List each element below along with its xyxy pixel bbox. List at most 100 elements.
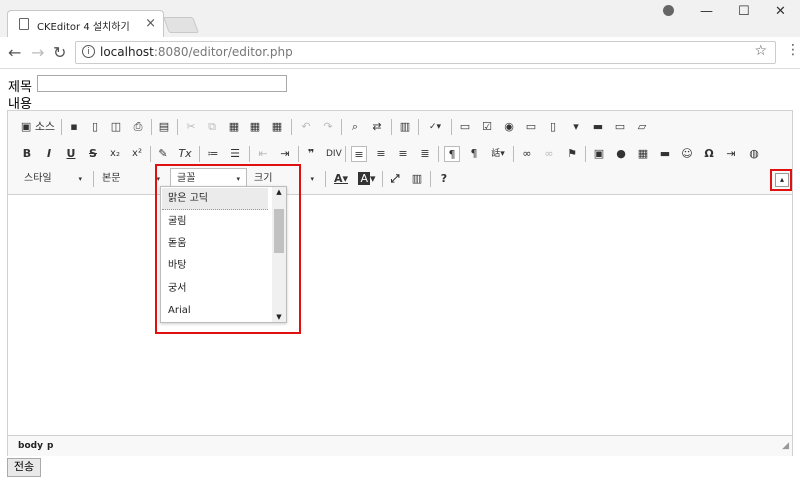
find-icon[interactable]: ⌕: [348, 119, 362, 135]
button-icon[interactable]: ▬: [591, 119, 605, 135]
reload-button[interactable]: ↻: [53, 43, 66, 62]
replace-icon[interactable]: ⇄: [370, 119, 384, 135]
bulleted-list-icon[interactable]: ☰: [228, 146, 242, 162]
strike-button[interactable]: S: [86, 146, 100, 162]
align-center-icon[interactable]: ≡: [374, 146, 388, 162]
new-tab-button[interactable]: [163, 17, 199, 33]
templates-icon[interactable]: ▤: [157, 119, 171, 135]
title-input[interactable]: [37, 75, 287, 92]
indent-icon[interactable]: ⇥: [278, 146, 292, 162]
help-button[interactable]: ?: [437, 171, 451, 187]
align-right-icon[interactable]: ≡: [396, 146, 410, 162]
separator: [199, 146, 200, 162]
maximize-button[interactable]: ☐: [738, 4, 750, 19]
page-break-icon[interactable]: ⇥: [724, 146, 738, 162]
copy-icon[interactable]: ⧉: [205, 119, 219, 135]
italic-button[interactable]: I: [42, 146, 56, 162]
select-all-icon[interactable]: ▥: [398, 119, 412, 135]
path-p[interactable]: p: [47, 441, 53, 451]
info-icon[interactable]: i: [82, 45, 95, 58]
blockquote-button[interactable]: ❞: [304, 146, 318, 162]
path-body[interactable]: body: [18, 441, 43, 451]
submit-button[interactable]: 전송: [7, 458, 41, 477]
copy-format-icon[interactable]: ✎: [156, 146, 170, 162]
back-button[interactable]: ←: [8, 43, 21, 62]
unlink-icon[interactable]: ∞: [542, 146, 556, 162]
subscript-button[interactable]: x₂: [108, 146, 122, 162]
separator: [61, 119, 62, 135]
separator: [451, 119, 452, 135]
separator: [430, 171, 431, 187]
superscript-button[interactable]: x²: [130, 146, 144, 162]
separator: [391, 119, 392, 135]
maximize-icon[interactable]: ⤢: [388, 171, 402, 187]
radio-icon[interactable]: ◉: [502, 119, 516, 135]
textarea-icon[interactable]: ▯: [546, 119, 560, 135]
minimize-button[interactable]: —: [700, 4, 713, 19]
url-field[interactable]: i localhost:8080/editor/editor.php ☆: [75, 41, 776, 64]
paste-text-icon[interactable]: ▦: [248, 119, 262, 135]
justify-icon[interactable]: ≣: [418, 146, 432, 162]
separator: [150, 146, 151, 162]
cut-icon[interactable]: ✂: [184, 119, 198, 135]
separator: [151, 119, 152, 135]
redo-icon[interactable]: ↷: [321, 119, 335, 135]
numbered-list-icon[interactable]: ≔: [206, 146, 220, 162]
hidden-field-icon[interactable]: ▱: [635, 119, 649, 135]
anchor-icon[interactable]: ⚑: [565, 146, 579, 162]
preview-icon[interactable]: ◫: [109, 119, 123, 135]
ltr-icon[interactable]: ¶: [444, 146, 460, 162]
url-path: :8080/editor/editor.php: [153, 45, 293, 59]
image-button-icon[interactable]: ▭: [613, 119, 627, 135]
separator: [345, 146, 346, 162]
table-icon[interactable]: ▦: [636, 146, 650, 162]
outdent-icon[interactable]: ⇤: [256, 146, 270, 162]
language-icon[interactable]: 話▾: [488, 146, 508, 162]
checkbox-icon[interactable]: ☑: [480, 119, 494, 135]
spellcheck-icon[interactable]: ✓▾: [424, 119, 446, 135]
align-left-icon[interactable]: ≡: [351, 146, 367, 162]
new-page-icon[interactable]: ▯: [88, 119, 102, 135]
print-icon[interactable]: ⎙: [131, 119, 145, 135]
link-icon[interactable]: ∞: [520, 146, 534, 162]
separator: [93, 171, 94, 187]
browser-menu-icon[interactable]: ⋮: [786, 42, 800, 58]
special-char-button[interactable]: Ω: [702, 146, 716, 162]
select-field-icon[interactable]: ▾: [569, 119, 583, 135]
close-tab-icon[interactable]: ×: [145, 16, 156, 31]
iframe-icon[interactable]: ◍: [747, 146, 761, 162]
textfield-icon[interactable]: ▭: [524, 119, 538, 135]
save-icon[interactable]: ▪: [67, 119, 81, 135]
bookmark-star-icon[interactable]: ☆: [754, 43, 767, 59]
page-icon: [19, 18, 29, 30]
font-highlight-box: [155, 164, 301, 334]
bold-button[interactable]: B: [20, 146, 34, 162]
show-blocks-icon[interactable]: ▥: [410, 171, 424, 187]
styles-combo[interactable]: 스타일 ▾: [18, 169, 88, 189]
remove-format-button[interactable]: Tx: [178, 146, 192, 162]
source-button[interactable]: ▣ 소스: [20, 119, 56, 135]
paste-icon[interactable]: ▦: [227, 119, 241, 135]
account-icon[interactable]: [663, 5, 674, 16]
browser-titlebar: CKEditor 4 설치하기 × — ☐ ✕: [0, 0, 800, 38]
undo-icon[interactable]: ↶: [299, 119, 313, 135]
paste-word-icon[interactable]: ▦: [270, 119, 284, 135]
resize-handle-icon[interactable]: ◢: [782, 441, 789, 451]
underline-button[interactable]: U: [64, 146, 78, 162]
horizontal-line-icon[interactable]: ▬: [658, 146, 672, 162]
forward-button[interactable]: →: [31, 43, 44, 62]
div-container-icon[interactable]: DIV: [326, 146, 342, 162]
rtl-icon[interactable]: ¶: [467, 146, 481, 162]
smiley-icon[interactable]: ☺: [680, 146, 694, 162]
bg-color-button[interactable]: A ▾: [357, 171, 377, 187]
form-icon[interactable]: ▭: [458, 119, 472, 135]
editing-area[interactable]: [8, 196, 792, 434]
flash-icon[interactable]: ●: [614, 146, 628, 162]
browser-tab[interactable]: CKEditor 4 설치하기 ×: [7, 10, 164, 38]
image-icon[interactable]: ▣: [592, 146, 606, 162]
close-window-button[interactable]: ✕: [775, 4, 786, 19]
separator: [177, 119, 178, 135]
text-color-button[interactable]: A▾: [331, 171, 351, 187]
bg-color-label: A: [358, 172, 370, 185]
separator: [325, 171, 326, 187]
